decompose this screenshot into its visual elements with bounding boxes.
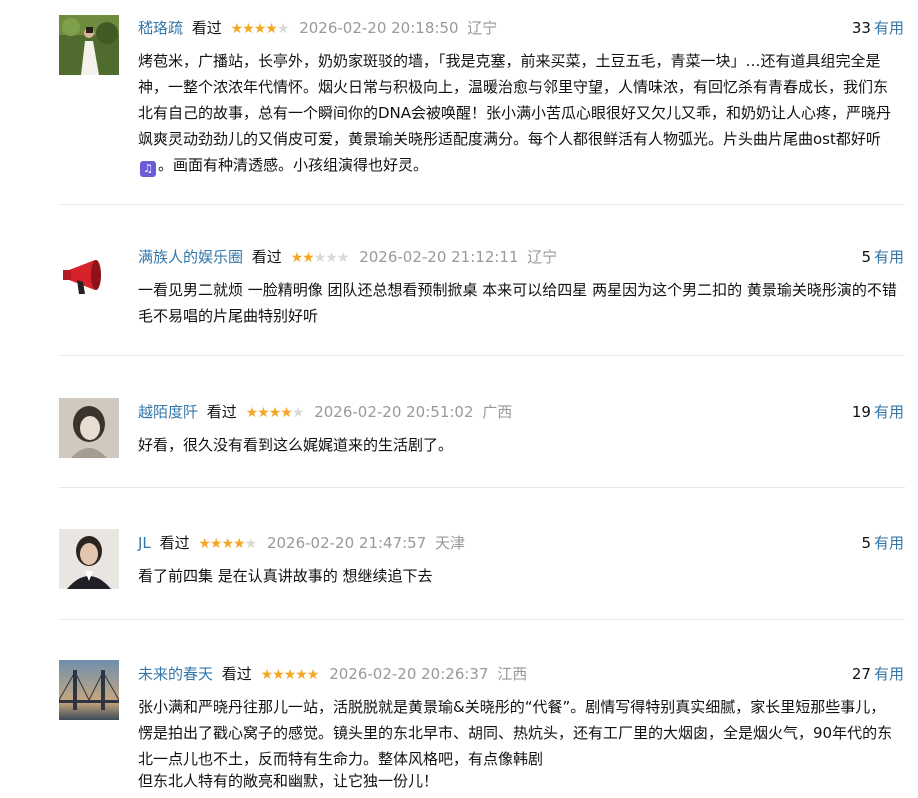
star-icon: ★: [302, 250, 315, 266]
review-content: 看了前四集 是在认真讲故事的 想继续追下去: [138, 567, 433, 585]
avatar[interactable]: [59, 246, 119, 306]
red-megaphone-icon: [59, 246, 119, 306]
star-icon: ★: [245, 405, 259, 421]
star-icon: ★: [253, 21, 267, 37]
useful-link[interactable]: 有用: [874, 248, 904, 266]
star-icon: ★: [283, 667, 297, 683]
review-datetime: 2026-02-20 21:47:57: [266, 534, 427, 552]
star-icon: ★: [336, 250, 350, 266]
review-header: 满族人的娱乐圈 看过 ★★★★★ 2026-02-20 21:12:11 辽宁 …: [138, 247, 904, 267]
useful-vote[interactable]: 5 有用: [861, 533, 904, 553]
username-link[interactable]: JL: [138, 534, 151, 552]
useful-vote[interactable]: 33 有用: [852, 18, 904, 38]
review-region: 辽宁: [467, 19, 498, 37]
username-link[interactable]: 满族人的娱乐圈: [138, 248, 243, 266]
star-icon: ★: [280, 405, 293, 421]
star-icon: ★: [325, 250, 338, 266]
vintage-portrait-photo-icon: [59, 398, 119, 458]
useful-count: 5: [861, 534, 871, 552]
rating-stars: ★★★★★: [230, 19, 290, 39]
rating-stars: ★★★★★: [198, 534, 258, 554]
star-icon: ★: [233, 536, 246, 552]
useful-count: 27: [851, 665, 871, 683]
rating-stars: ★★★★★: [260, 665, 320, 685]
star-icon: ★: [209, 536, 223, 552]
avatar[interactable]: [59, 15, 119, 75]
star-icon: ★: [291, 405, 305, 421]
useful-count: 5: [861, 248, 871, 266]
review-text-tail: 。画面有种清透感。小孩组演得也好灵。: [158, 156, 429, 174]
useful-count: 19: [851, 403, 871, 421]
watch-status: 看过: [251, 248, 282, 266]
avatar[interactable]: [59, 660, 119, 720]
useful-vote[interactable]: 5 有用: [861, 247, 904, 267]
useful-vote[interactable]: 19 有用: [852, 402, 904, 422]
rating-stars: ★★★★★: [245, 403, 305, 423]
bridge-at-sunset-photo-icon: [59, 660, 119, 720]
useful-vote[interactable]: 27 有用: [852, 664, 904, 684]
star-icon: ★: [290, 250, 304, 266]
username-link[interactable]: 越陌度阡: [138, 403, 198, 421]
music-note-icon: ♫: [140, 161, 156, 177]
star-icon: ★: [306, 667, 320, 683]
watch-status: 看过: [206, 403, 237, 421]
text-fade-overlay: [660, 743, 900, 773]
username-link[interactable]: 未来的春天: [138, 665, 213, 683]
divider: [59, 355, 905, 356]
rating-stars: ★★★★★: [290, 248, 350, 268]
review-region: 广西: [482, 403, 513, 421]
watch-status: 看过: [221, 665, 252, 683]
review-text: 烤苞米，广播站，长亭外，奶奶家斑驳的墙，「我是克塞，前来买菜，土豆五毛，青菜一块…: [138, 52, 892, 148]
useful-link[interactable]: 有用: [874, 534, 904, 552]
watch-status: 看过: [159, 534, 190, 552]
review-datetime: 2026-02-20 20:18:50: [299, 19, 459, 37]
useful-count: 33: [851, 19, 871, 37]
review-datetime: 2026-02-20 20:51:02: [314, 403, 474, 421]
star-icon: ★: [244, 536, 258, 552]
useful-link[interactable]: 有用: [874, 665, 904, 683]
star-icon: ★: [265, 21, 278, 37]
review-content: 好看，很久没有看到这么娓娓道来的生活剧了。: [138, 436, 454, 454]
review-datetime: 2026-02-20 20:26:37: [329, 665, 489, 683]
review-content: 一看见男二就烦 一脸精明像 团队还总想看预制掀桌 本来可以给四星 两星因为这个男…: [138, 281, 897, 325]
review-region: 天津: [435, 534, 466, 552]
divider: [59, 204, 905, 205]
star-icon: ★: [260, 667, 274, 683]
star-icon: ★: [272, 667, 285, 683]
watch-status: 看过: [191, 19, 222, 37]
man-in-suit-photo-icon: [59, 529, 119, 589]
avatar[interactable]: [59, 529, 119, 589]
star-icon: ★: [268, 405, 282, 421]
star-icon: ★: [313, 250, 327, 266]
useful-link[interactable]: 有用: [874, 19, 904, 37]
star-icon: ★: [230, 21, 244, 37]
star-icon: ★: [221, 536, 234, 552]
star-icon: ★: [276, 21, 290, 37]
username-link[interactable]: 嵇珞疏: [138, 19, 183, 37]
review-region: 辽宁: [527, 248, 558, 266]
star-icon: ★: [295, 667, 308, 683]
review-datetime: 2026-02-20 21:12:11: [359, 248, 519, 266]
review-header: 嵇珞疏 看过 ★★★★★ 2026-02-20 20:18:50 辽宁 33 有用: [138, 18, 904, 38]
woman-in-white-dress-photo-icon: [59, 15, 119, 75]
review-content: 烤苞米，广播站，长亭外，奶奶家斑驳的墙，「我是克塞，前来买菜，土豆五毛，青菜一块…: [138, 48, 900, 178]
avatar[interactable]: [59, 398, 119, 458]
review-region: 江西: [497, 665, 528, 683]
review-header: 越陌度阡 看过 ★★★★★ 2026-02-20 20:51:02 广西 19 有…: [138, 402, 904, 422]
star-icon: ★: [242, 21, 255, 37]
divider: [59, 487, 905, 488]
star-icon: ★: [257, 405, 270, 421]
review-header: 未来的春天 看过 ★★★★★ 2026-02-20 20:26:37 江西 27…: [138, 664, 904, 684]
useful-link[interactable]: 有用: [874, 403, 904, 421]
divider: [59, 619, 905, 620]
review-header: JL 看过 ★★★★★ 2026-02-20 21:47:57 天津 5 有用: [138, 533, 904, 553]
star-icon: ★: [198, 536, 211, 552]
